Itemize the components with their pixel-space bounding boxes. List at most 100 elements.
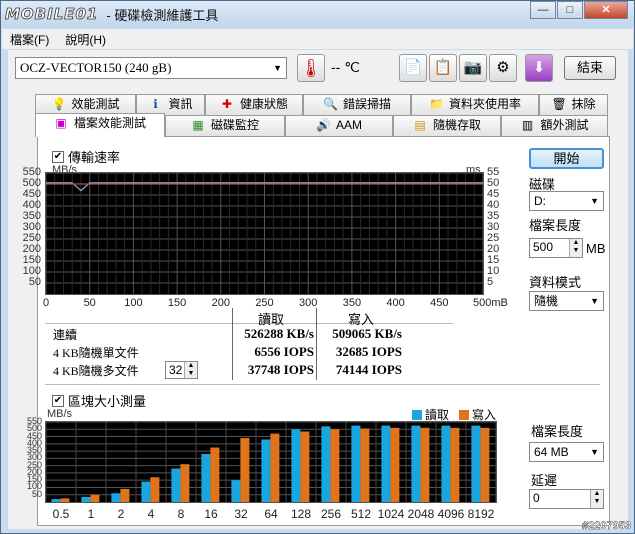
folder-icon: 📁	[428, 97, 444, 111]
x-tick-label: 1024	[377, 507, 405, 521]
tab-aam[interactable]: 🔊 AAM	[285, 115, 393, 136]
block-file-length-value: 64 MB	[534, 445, 569, 459]
spinner-arrows-icon[interactable]: ▲ ▼	[569, 239, 582, 257]
tab-row-2: ▣ 檔案效能測試 ▦ 磁碟監控 🔊 AAM ▤ 隨機存取 ▥ 額外測試	[8, 113, 628, 137]
data-mode-select[interactable]: 隨機 ▼	[529, 291, 604, 311]
bar-read	[291, 429, 301, 502]
magnifier-icon: 🔍	[322, 97, 338, 111]
delay-label: 延遲	[531, 473, 558, 488]
x-tick-label: 400	[386, 297, 405, 309]
tab-folder-usage[interactable]: 📁 資料夾使用率	[411, 94, 539, 115]
file-length-spinner[interactable]: 500 ▲ ▼	[529, 238, 583, 258]
row-4k-multi-label: 4 KB隨機多文件	[53, 364, 139, 378]
bar-write	[270, 433, 280, 502]
chevron-down-icon: ▼	[590, 196, 599, 206]
legend-write-swatch	[459, 409, 470, 420]
bar-write	[90, 494, 100, 502]
bar-read	[111, 493, 121, 502]
drive-select-value: OCZ-VECTOR150 (240 gB)	[20, 60, 172, 75]
row-sequential-read: 526288 KB/s	[244, 326, 314, 341]
y-tick-label-left: 50	[28, 276, 41, 288]
bar-read	[171, 468, 181, 502]
close-button[interactable]: ✕	[584, 1, 628, 19]
maximize-button[interactable]: □	[557, 1, 583, 19]
copy-text-button[interactable]: 📄	[399, 54, 427, 82]
bar-write	[450, 427, 460, 502]
row-sequential-label: 連續	[53, 328, 78, 342]
disk-select[interactable]: D: ▼	[529, 191, 604, 211]
watermark: #2207953	[582, 520, 631, 532]
bar-read	[441, 425, 451, 502]
start-button[interactable]: 開始	[529, 148, 604, 169]
bar-write	[420, 427, 430, 502]
x-tick-label: 16	[204, 507, 218, 521]
tab-erase[interactable]: 🗑 抹除	[539, 94, 608, 115]
screenshot-button[interactable]: 📷	[459, 54, 487, 82]
file-length-unit: MB	[586, 241, 606, 256]
spinner-arrows-icon[interactable]: ▲ ▼	[590, 490, 603, 508]
bar-read	[261, 439, 271, 502]
speaker-icon: 🔊	[315, 118, 331, 132]
random-access-icon: ▤	[414, 118, 426, 132]
trash-icon: 🗑	[551, 97, 567, 111]
temperature-readout: -- ℃	[331, 59, 360, 75]
minimize-button[interactable]: —	[530, 1, 556, 19]
bar-read	[381, 425, 391, 502]
tab-health[interactable]: ✚ 健康狀態	[205, 94, 303, 115]
x-tick-label: 500mB	[473, 297, 508, 309]
block-file-length-select[interactable]: 64 MB ▼	[529, 442, 604, 462]
download-button[interactable]: ⬇	[525, 54, 553, 82]
bar-read	[351, 425, 361, 502]
title-bar[interactable]: MOBILE01 - 硬碟檢測維護工具 — □ ✕	[1, 1, 634, 27]
bar-write	[330, 429, 340, 502]
tab-info[interactable]: ℹ 資訊	[136, 94, 205, 115]
bar-read	[141, 481, 151, 502]
section-divider	[45, 384, 600, 385]
data-mode-select-value: 隨機	[534, 294, 559, 308]
disk-select-value: D:	[534, 194, 546, 208]
bar-write	[150, 477, 160, 502]
tab-file-benchmark[interactable]: ▣ 檔案效能測試	[35, 113, 165, 137]
y-tick-label-right: 5	[487, 276, 494, 288]
block-unit: MB/s	[47, 408, 73, 420]
bar-read	[321, 426, 331, 502]
chevron-down-icon: ▼	[590, 447, 599, 457]
file-length-label: 檔案長度	[529, 218, 582, 233]
tab-extra-tests[interactable]: ▥ 額外測試	[501, 115, 608, 136]
x-tick-label: 1	[87, 507, 95, 521]
menu-file[interactable]: 檔案(F)	[2, 31, 57, 48]
copy-icon: 📄	[403, 59, 423, 76]
copy-image-icon: 📋	[433, 59, 453, 76]
drive-select[interactable]: OCZ-VECTOR150 (240 gB) ▼	[15, 57, 287, 79]
x-tick-label: 250	[255, 297, 274, 309]
bar-read	[51, 499, 61, 502]
options-button[interactable]: ⚙	[489, 54, 517, 82]
x-tick-label: 300	[299, 297, 318, 309]
queue-depth-spinner[interactable]: 32 ▲ ▼	[165, 361, 198, 379]
app-logo: MOBILE01	[5, 5, 99, 24]
tools-icon: ⚙	[496, 59, 510, 76]
spinner-arrows-icon[interactable]: ▲ ▼	[184, 362, 197, 378]
row-4k-single-read: 6556 IOPS	[254, 344, 314, 359]
tab-benchmark[interactable]: 💡 效能測試	[35, 94, 136, 115]
x-tick-label: 50	[83, 297, 96, 309]
delay-spinner[interactable]: 0 ▲ ▼	[529, 489, 604, 509]
x-tick-label: 2048	[407, 507, 435, 521]
camera-icon: 📷	[463, 59, 483, 76]
bar-write	[60, 498, 70, 502]
checkbox-checked-icon: ✔	[52, 150, 64, 163]
bar-write	[210, 447, 220, 502]
y-tick-label: 50	[31, 488, 42, 499]
tab-disk-monitor[interactable]: ▦ 磁碟監控	[165, 115, 285, 136]
row-4k-multi-read: 37748 IOPS	[247, 362, 314, 377]
thermometer-icon[interactable]: 🌡	[297, 54, 325, 82]
x-tick-label: 100	[124, 297, 143, 309]
bar-write	[240, 438, 250, 502]
copy-bitmap-button[interactable]: 📋	[429, 54, 457, 82]
menu-help[interactable]: 說明(H)	[57, 31, 114, 48]
tab-error-scan[interactable]: 🔍 錯誤掃描	[303, 94, 411, 115]
tab-random-access[interactable]: ▤ 隨機存取	[393, 115, 501, 136]
exit-button[interactable]: 結束	[564, 56, 616, 80]
bar-read	[411, 425, 421, 502]
table-vline-2	[316, 308, 317, 380]
